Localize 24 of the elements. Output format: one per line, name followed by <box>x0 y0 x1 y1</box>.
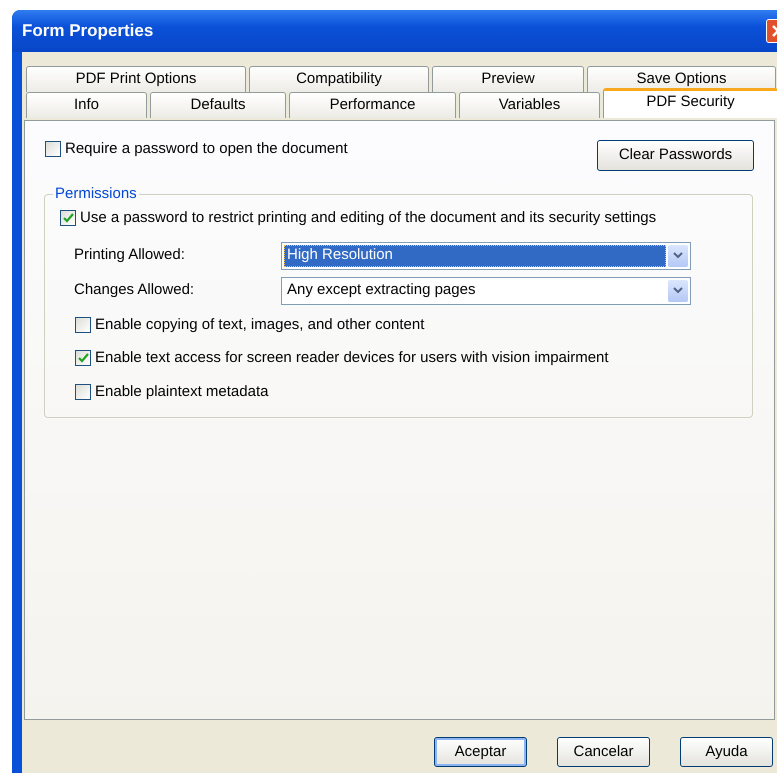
dialog-button[interactable]: Ayuda <box>680 737 773 767</box>
dropdown[interactable]: Any except extracting pages <box>281 276 691 304</box>
tab[interactable]: Preview <box>432 66 584 92</box>
field-label: Printing Allowed: <box>74 245 186 266</box>
tab[interactable]: PDF Security <box>603 88 777 118</box>
tab[interactable]: Variables <box>459 92 600 118</box>
dropdown[interactable]: High Resolution <box>281 242 691 270</box>
dropdown-value: High Resolution <box>284 244 666 266</box>
checkbox-label[interactable]: Enable copying of text, images, and other content <box>95 314 424 336</box>
dialog-button[interactable]: Cancelar <box>557 737 650 767</box>
tab[interactable]: PDF Print Options <box>26 66 246 92</box>
tab[interactable]: Performance <box>289 92 456 118</box>
clear-passwords-button[interactable]: Clear Passwords <box>597 140 754 171</box>
tab[interactable]: Compatibility <box>249 66 429 92</box>
checkbox-label[interactable]: Use a password to restrict printing and editing of the document and its security settings <box>80 207 656 230</box>
tab[interactable]: Info <box>26 92 147 118</box>
checkbox-label[interactable]: Enable plaintext metadata <box>95 380 268 403</box>
field-label: Changes Allowed: <box>74 280 196 300</box>
dropdown-value: Any except extracting pages <box>286 280 476 300</box>
checkbox-label[interactable]: Require a password to open the document <box>65 138 348 160</box>
checkbox-label[interactable]: Enable text access for screen reader devices for users with vision impairment <box>95 347 609 370</box>
dialog-button[interactable]: Aceptar <box>434 737 527 767</box>
window-title: Form Properties <box>22 20 154 42</box>
tab[interactable]: Defaults <box>150 92 286 118</box>
